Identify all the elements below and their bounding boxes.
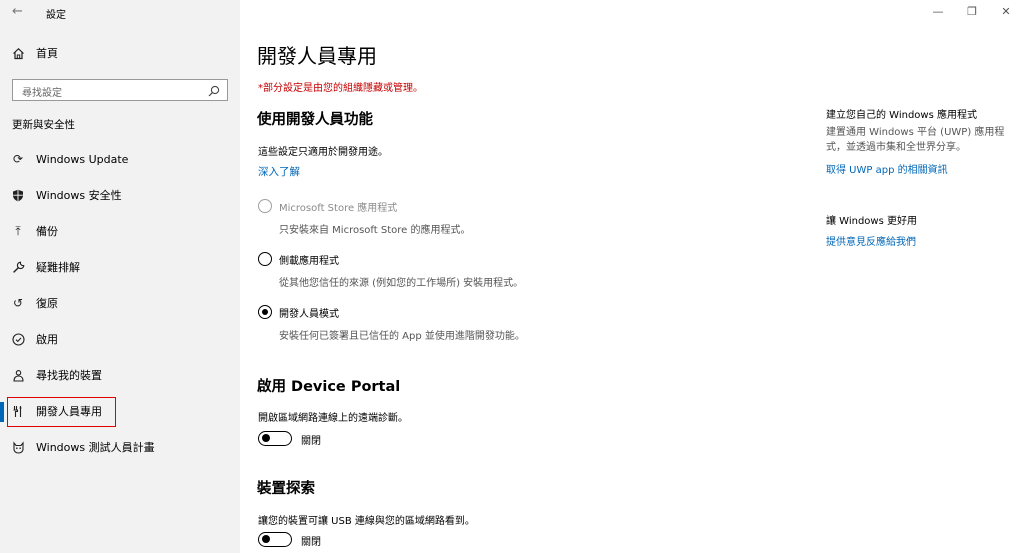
build-app-body: 建置通用 Windows 平台 (UWP) 應用程式，並透過市集和全世界分享。 (826, 127, 1005, 153)
radio-button[interactable] (258, 252, 272, 266)
learn-more-link[interactable]: 深入了解 (258, 164, 300, 179)
app-title: 設定 (46, 10, 66, 21)
sync-icon: ⟳ (12, 152, 24, 166)
radio-button[interactable] (258, 305, 272, 319)
home-icon (10, 45, 26, 61)
radio-description: 從其他您信任的來源 (例如您的工作場所) 安裝用程式。 (279, 278, 524, 289)
sidebar-item-label: 啟用 (36, 333, 58, 346)
close-icon[interactable]: ✕ (996, 4, 1016, 20)
radio-label: 開發人員模式 (279, 309, 339, 320)
recovery-icon: ↺ (12, 296, 24, 310)
toggle-state-label: 關閉 (301, 436, 321, 447)
radio-label: Microsoft Store 應用程式 (279, 203, 398, 214)
dev-features-intro: 這些設定只適用於開發用途。 (258, 147, 388, 158)
build-app-heading: 建立您自己的 Windows 應用程式 (826, 110, 977, 121)
toggle-switch[interactable] (258, 532, 292, 547)
give-feedback-link[interactable]: 提供意見反應給我們 (826, 233, 916, 248)
device-portal-description: 開啟區域網路連線上的遠端診斷。 (258, 413, 408, 424)
sidebar-item-activation[interactable]: 啟用 (0, 323, 240, 355)
device-portal-heading: 啟用 Device Portal (257, 379, 401, 395)
sidebar-item-troubleshoot[interactable]: 疑難排解 (0, 251, 240, 283)
dev-features-heading: 使用開發人員功能 (257, 112, 373, 128)
sidebar-item-home[interactable]: 首頁 (0, 37, 240, 69)
sidebar-item-label: 尋找我的裝置 (36, 369, 102, 382)
device-discovery-heading: 裝置探索 (257, 481, 315, 497)
page-title: 開發人員專用 (257, 44, 377, 68)
check-circle-icon (10, 331, 26, 347)
insider-cat-icon (10, 439, 26, 455)
sidebar-section-title: 更新與安全性 (12, 119, 75, 131)
annotation-highlight-box (7, 397, 116, 427)
feedback-heading: 讓 Windows 更好用 (826, 216, 917, 227)
uwp-info-link[interactable]: 取得 UWP app 的相關資訊 (826, 161, 948, 176)
toggle-knob (262, 434, 270, 442)
sidebar-item-label: Windows 測試人員計畫 (36, 441, 155, 454)
sidebar-item-label: 復原 (36, 297, 58, 310)
wrench-icon (10, 259, 26, 275)
restore-icon[interactable]: ❐ (962, 4, 982, 20)
search-placeholder: 尋找設定 (22, 88, 62, 99)
search-icon[interactable] (207, 83, 221, 97)
sidebar-item-label: Windows 安全性 (36, 189, 122, 202)
sidebar-item-windows-update[interactable]: ⟳ Windows Update (0, 143, 240, 175)
sidebar-item-windows-insider[interactable]: Windows 測試人員計畫 (0, 431, 240, 463)
sidebar-item-recovery[interactable]: ↺ 復原 (0, 287, 240, 319)
radio-label: 側載應用程式 (279, 256, 339, 267)
toggle-switch[interactable] (258, 431, 292, 446)
toggle-knob (262, 535, 270, 543)
sidebar-item-label: 疑難排解 (36, 261, 80, 274)
sidebar-item-find-my-device[interactable]: 尋找我的裝置 (0, 359, 240, 391)
sidebar-item-windows-security[interactable]: Windows 安全性 (0, 179, 240, 211)
device-discovery-description: 讓您的裝置可讓 USB 連線與您的區域網路看到。 (258, 516, 475, 527)
toggle-state-label: 關閉 (301, 537, 321, 548)
sidebar-item-backup[interactable]: ⤒ 備份 (0, 215, 240, 247)
sidebar-item-label: 首頁 (36, 47, 58, 60)
back-arrow-icon[interactable]: ← (12, 4, 28, 20)
managed-by-org-note: *部分設定是由您的組織隱藏或管理。 (258, 83, 423, 94)
sidebar: ← 設定 首頁 尋找設定 更新與安全性 ⟳ Windows Update Win… (0, 0, 240, 553)
sidebar-item-label: Windows Update (36, 152, 129, 166)
person-locate-icon (10, 367, 26, 383)
search-input[interactable]: 尋找設定 (12, 79, 228, 101)
backup-arrow-icon: ⤒ (15, 223, 21, 238)
minimize-icon[interactable]: — (928, 4, 948, 20)
sidebar-item-label: 備份 (36, 225, 58, 238)
shield-icon (10, 187, 26, 203)
radio-button[interactable] (258, 199, 272, 213)
radio-description: 安裝任何已簽署且已信任的 App 並使用進階開發功能。 (279, 331, 525, 342)
radio-description: 只安裝來自 Microsoft Store 的應用程式。 (279, 225, 471, 236)
